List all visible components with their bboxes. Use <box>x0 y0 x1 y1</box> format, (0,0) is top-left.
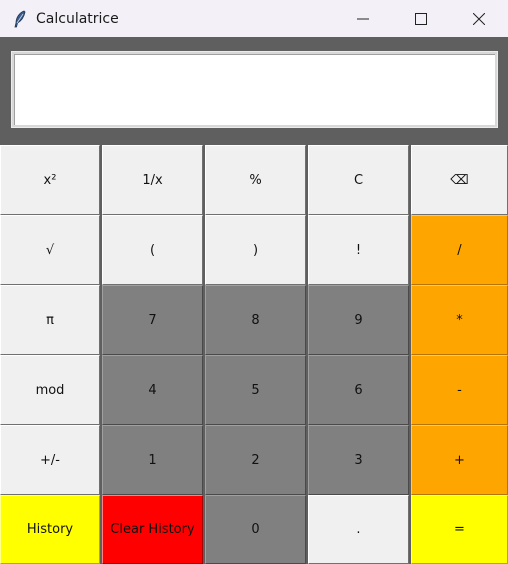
display-panel <box>0 37 508 145</box>
reciprocal-button[interactable]: 1/x <box>102 145 203 215</box>
factorial-button[interactable]: ! <box>308 215 409 285</box>
digit-0-button[interactable]: 0 <box>205 495 306 564</box>
digit-2-button[interactable]: 2 <box>205 425 306 495</box>
maximize-icon <box>415 12 427 25</box>
digit-9-button[interactable]: 9 <box>308 285 409 355</box>
pi-button[interactable]: π <box>0 285 100 355</box>
decimal-button[interactable]: . <box>308 495 409 564</box>
window-controls <box>334 0 508 37</box>
digit-7-button[interactable]: 7 <box>102 285 203 355</box>
mod-button[interactable]: mod <box>0 355 100 425</box>
negate-button[interactable]: +/- <box>0 425 100 495</box>
digit-3-button[interactable]: 3 <box>308 425 409 495</box>
close-paren-button[interactable]: ) <box>205 215 306 285</box>
window-title: Calculatrice <box>36 10 119 27</box>
add-button[interactable]: + <box>411 425 508 495</box>
square-button[interactable]: x² <box>0 145 100 215</box>
keypad: x² 1/x % C ⌫ √ ( ) ! / π 7 8 9 * mod 4 5… <box>0 145 508 564</box>
multiply-button[interactable]: * <box>411 285 508 355</box>
open-paren-button[interactable]: ( <box>102 215 203 285</box>
digit-8-button[interactable]: 8 <box>205 285 306 355</box>
display-input[interactable] <box>12 52 497 127</box>
minimize-button[interactable] <box>334 0 392 37</box>
title-bar: Calculatrice <box>0 0 508 37</box>
sqrt-button[interactable]: √ <box>0 215 100 285</box>
feather-icon <box>12 10 28 28</box>
minimize-icon <box>357 18 369 19</box>
maximize-button[interactable] <box>392 0 450 37</box>
digit-1-button[interactable]: 1 <box>102 425 203 495</box>
divide-button[interactable]: / <box>411 215 508 285</box>
equals-button[interactable]: = <box>411 495 508 564</box>
backspace-button[interactable]: ⌫ <box>411 145 508 215</box>
digit-4-button[interactable]: 4 <box>102 355 203 425</box>
history-button[interactable]: History <box>0 495 100 564</box>
clear-button[interactable]: C <box>308 145 409 215</box>
close-button[interactable] <box>450 0 508 37</box>
digit-5-button[interactable]: 5 <box>205 355 306 425</box>
percent-button[interactable]: % <box>205 145 306 215</box>
digit-6-button[interactable]: 6 <box>308 355 409 425</box>
clear-history-button[interactable]: Clear History <box>102 495 203 564</box>
close-icon <box>473 12 485 25</box>
subtract-button[interactable]: - <box>411 355 508 425</box>
